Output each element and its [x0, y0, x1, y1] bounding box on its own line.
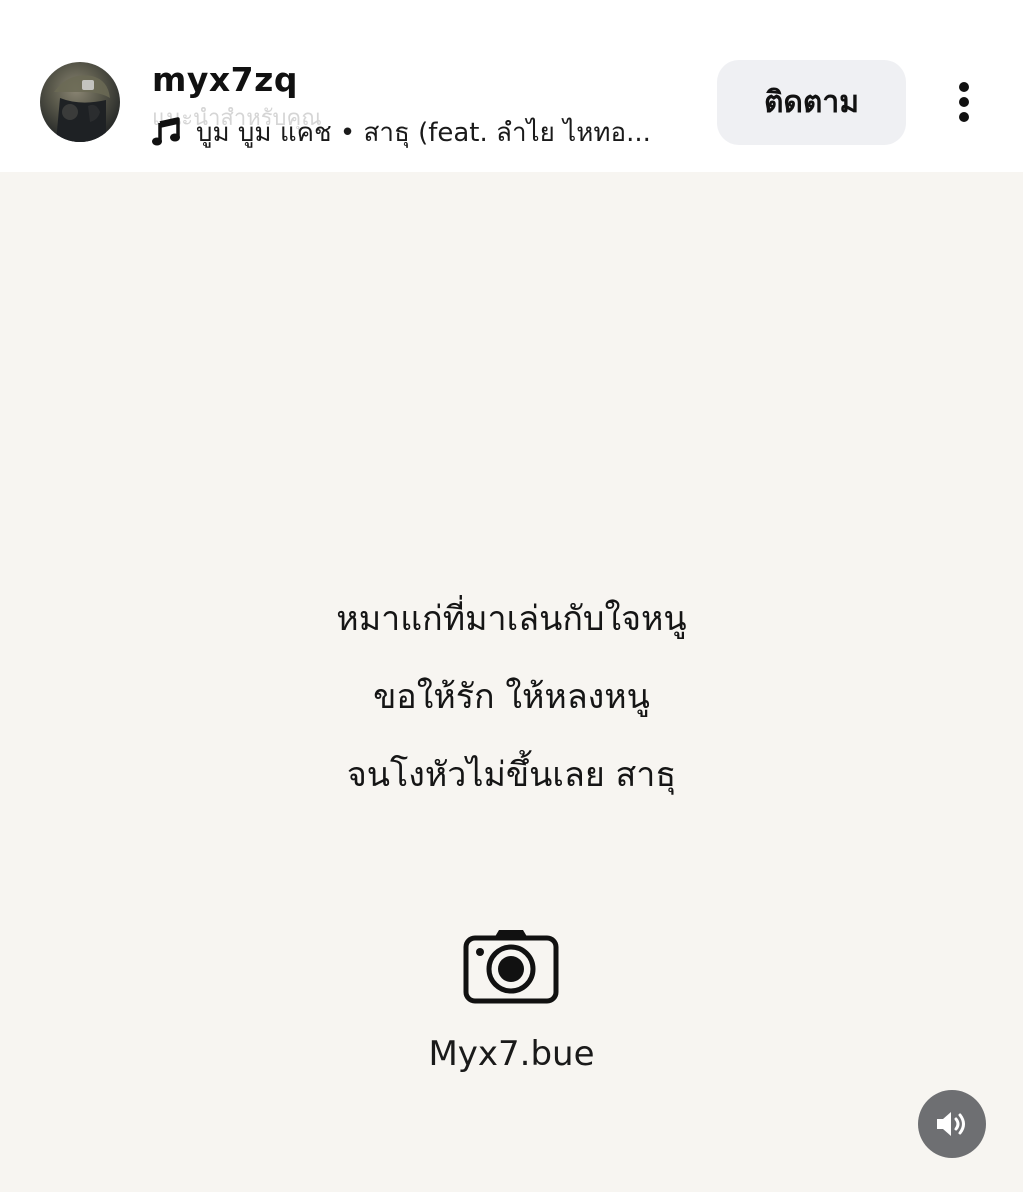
avatar-image [54, 75, 110, 142]
more-dot [959, 97, 969, 107]
bottom-edge [0, 1192, 1023, 1200]
lyrics-block: หมาแก่ที่มาเล่นกับใจหนู ขอให้รัก ให้หลงห… [0, 580, 1023, 814]
sound-toggle-button[interactable] [918, 1090, 986, 1158]
post-header: แนะนำสำหรับคุณ myx7zq บูม บูม แคช • สาธุ… [0, 0, 1023, 172]
music-note-icon [152, 117, 180, 146]
lyric-line: หมาแก่ที่มาเล่นกับใจหนู [336, 599, 687, 639]
lyric-line: จนโงหัวไม่ขึ้นเลย สาธุ [346, 755, 677, 795]
follow-button[interactable]: ติดตาม [717, 60, 906, 145]
music-info[interactable]: บูม บูม แคช • สาธุ (feat. ลำไย ไหทอ... [152, 114, 712, 150]
music-track-text: บูม บูม แคช • สาธุ (feat. ลำไย ไหทอ... [196, 117, 651, 148]
post-media[interactable]: หมาแก่ที่มาเล่นกับใจหนู ขอให้รัก ให้หลงห… [0, 172, 1023, 1192]
more-dot [959, 82, 969, 92]
lyric-line: ขอให้รัก ให้หลงหนู [373, 677, 650, 717]
speaker-icon [937, 1112, 965, 1136]
more-dot [959, 112, 969, 122]
instagram-handle: Myx7.bue [428, 1034, 595, 1074]
username[interactable]: myx7zq [152, 60, 298, 99]
avatar[interactable] [40, 62, 120, 142]
camera-icon [463, 930, 559, 1004]
more-options-button[interactable] [944, 78, 984, 126]
